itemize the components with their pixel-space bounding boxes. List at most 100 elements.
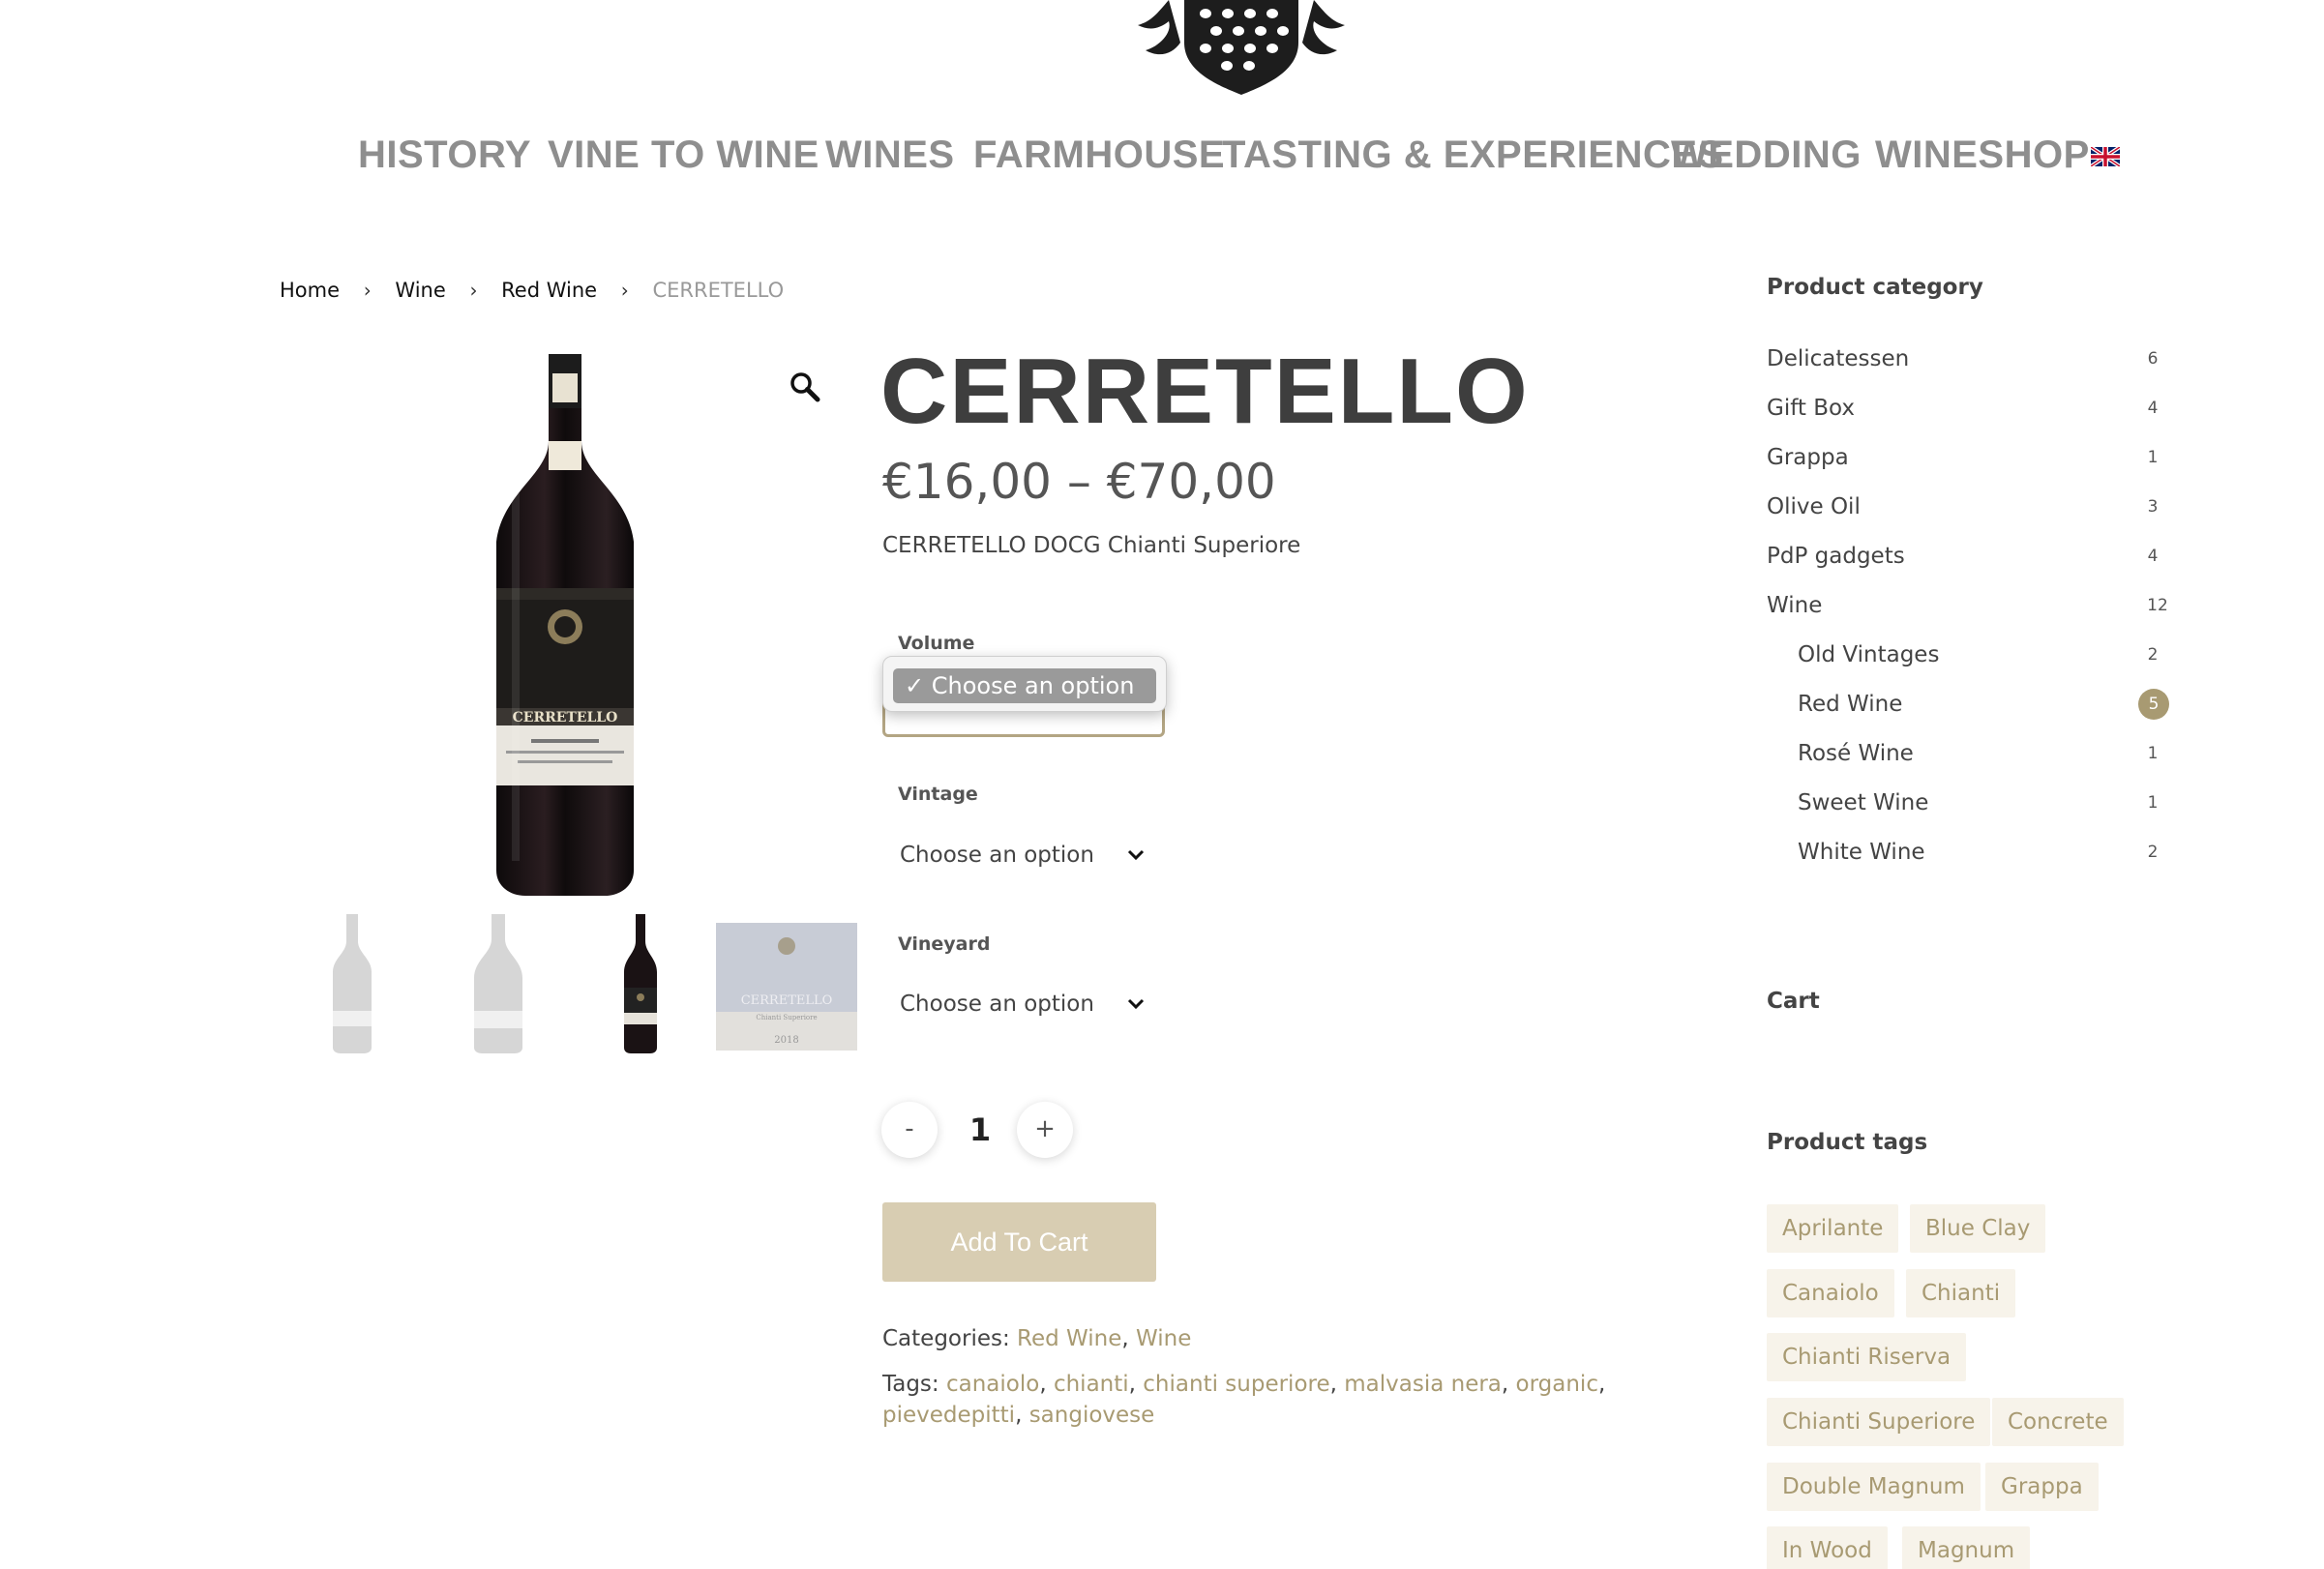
add-to-cart-button[interactable]: Add To Cart [882, 1202, 1156, 1282]
category-item-olive-oil[interactable]: Olive Oil 3 [1767, 488, 2169, 526]
tag-cloud-magnum[interactable]: Magnum [1902, 1526, 2031, 1569]
chevron-down-icon [1127, 849, 1145, 861]
cart-heading: Cart [1767, 989, 1820, 1014]
quantity-minus-button[interactable]: - [881, 1102, 938, 1158]
tag-link-canaiolo[interactable]: canaiolo [946, 1372, 1039, 1397]
category-link-red-wine[interactable]: Red Wine [1017, 1326, 1121, 1351]
magnifier-icon[interactable] [790, 371, 820, 402]
nav-wedding[interactable]: WEDDING [1671, 130, 1862, 180]
category-label: Sweet Wine [1798, 790, 1929, 815]
tag-link-chianti[interactable]: chianti [1054, 1372, 1129, 1397]
product-categories: Categories: Red Wine, Wine [882, 1326, 1192, 1351]
uk-flag-icon[interactable] [2091, 147, 2120, 166]
tag-link-malvasia-nera[interactable]: malvasia nera [1344, 1372, 1502, 1397]
category-item-pdp-gadgets[interactable]: PdP gadgets 4 [1767, 537, 2169, 576]
vintage-select-value: Choose an option [900, 843, 1094, 868]
category-label: Red Wine [1798, 692, 1903, 717]
volume-label: Volume [898, 633, 975, 654]
product-price: €16,00 – €70,00 [882, 454, 1276, 510]
volume-dropdown-menu: ✓ Choose an option [882, 656, 1167, 712]
product-short-description: CERRETELLO DOCG Chianti Superiore [882, 533, 1301, 558]
category-item-old-vintages[interactable]: Old Vintages 2 [1798, 636, 2169, 674]
label-thumbnail[interactable]: CERRETELLO Chianti Superiore 2018 [716, 923, 857, 1051]
tag-link-organic[interactable]: organic [1516, 1372, 1598, 1397]
chevron-down-icon [1127, 998, 1145, 1010]
tag-cloud-chianti-riserva[interactable]: Chianti Riserva [1767, 1333, 1967, 1381]
category-label: Olive Oil [1767, 494, 1861, 519]
category-count: 2 [2147, 843, 2159, 862]
breadcrumb-home[interactable]: Home [280, 276, 340, 305]
category-count: 6 [2147, 349, 2159, 369]
tag-cloud-aprilante[interactable]: Aprilante [1767, 1204, 1899, 1253]
quantity-plus-button[interactable]: + [1017, 1102, 1073, 1158]
category-item-grappa[interactable]: Grappa 1 [1767, 438, 2169, 477]
breadcrumb-wine[interactable]: Wine [395, 276, 445, 305]
product-title: CERRETELLO [880, 340, 1530, 443]
category-count: 1 [2147, 744, 2159, 763]
category-label: White Wine [1798, 840, 1925, 865]
category-item-red-wine[interactable]: Red Wine 5 [1798, 685, 2169, 724]
category-label: Gift Box [1767, 396, 1855, 421]
category-count: 1 [2147, 793, 2159, 813]
nav-farmhouse[interactable]: FARMHOUSE [973, 130, 1225, 180]
category-label: Wine [1767, 593, 1823, 618]
category-label: PdP gadgets [1767, 544, 1905, 569]
category-item-gift-box[interactable]: Gift Box 4 [1767, 389, 2169, 428]
category-count: 4 [2147, 547, 2159, 566]
magnum-thumbnail[interactable] [468, 914, 528, 1053]
checkmark-icon: ✓ [905, 672, 925, 699]
nav-tasting-experiences[interactable]: TASTING & EXPERIENCES [1222, 130, 1724, 180]
breadcrumb-separator: › [469, 279, 478, 302]
category-item-white-wine[interactable]: White Wine 2 [1798, 833, 2169, 872]
nav-wineshop[interactable]: WINESHOP [1875, 130, 2090, 180]
nav-history[interactable]: HISTORY [358, 130, 531, 180]
tag-cloud-double-magnum[interactable]: Double Magnum [1767, 1463, 1981, 1511]
category-count: 1 [2147, 448, 2159, 467]
category-label: Delicatessen [1767, 346, 1910, 371]
bottle-thumbnail-selected[interactable] [621, 914, 660, 1053]
family-crest-logo[interactable] [1130, 0, 1353, 95]
product-tags-heading: Product tags [1767, 1130, 1928, 1155]
breadcrumb: Home › Wine › Red Wine › CERRETELLO [280, 275, 784, 304]
vineyard-select[interactable]: Choose an option [882, 977, 1165, 1031]
category-link-wine[interactable]: Wine [1136, 1326, 1191, 1351]
category-count: 4 [2147, 399, 2159, 418]
wine-bottle-image[interactable]: CERRETELLO [473, 348, 657, 900]
quantity-input[interactable] [943, 1104, 1017, 1156]
category-label: Rosé Wine [1798, 741, 1914, 766]
bottle-thumbnail[interactable] [327, 914, 377, 1053]
nav-vine-to-wine[interactable]: VINE TO WINE [548, 130, 819, 180]
tag-cloud-blue-clay[interactable]: Blue Clay [1910, 1204, 2046, 1253]
breadcrumb-separator: › [363, 279, 372, 302]
product-tags: Tags: canaiolo, chianti, chianti superio… [882, 1372, 1606, 1428]
category-item-wine[interactable]: Wine 12 [1767, 586, 2169, 625]
tag-cloud-canaiolo[interactable]: Canaiolo [1767, 1269, 1894, 1317]
tag-cloud-in-wood[interactable]: In Wood [1767, 1526, 1888, 1569]
breadcrumb-red-wine[interactable]: Red Wine [501, 276, 597, 305]
breadcrumb-current: CERRETELLO [652, 279, 785, 302]
tag-cloud-chianti-superiore[interactable]: Chianti Superiore [1767, 1398, 1991, 1446]
category-count: 12 [2147, 596, 2168, 615]
bottle-label-text: CERRETELLO [513, 710, 618, 725]
breadcrumb-separator: › [620, 279, 629, 302]
tag-cloud-grappa[interactable]: Grappa [1985, 1463, 2099, 1511]
nav-wines[interactable]: WINES [825, 130, 955, 180]
category-count: 3 [2147, 497, 2159, 517]
thumbnail-label-text: CERRETELLO [741, 993, 833, 1008]
product-category-heading: Product category [1767, 275, 1983, 300]
tag-cloud-concrete[interactable]: Concrete [1992, 1398, 2124, 1446]
category-item-rose-wine[interactable]: Rosé Wine 1 [1798, 734, 2169, 773]
tag-cloud-chianti[interactable]: Chianti [1906, 1269, 2016, 1317]
thumbnail-label-subtitle: Chianti Superiore [756, 1014, 817, 1021]
category-item-sweet-wine[interactable]: Sweet Wine 1 [1798, 784, 2169, 822]
tag-link-chianti-superiore[interactable]: chianti superiore [1143, 1372, 1329, 1397]
tags-label: Tags: [882, 1372, 939, 1397]
thumbnail-label-year: 2018 [774, 1035, 798, 1046]
tag-link-sangiovese[interactable]: sangiovese [1029, 1403, 1155, 1428]
tag-link-pievedepitti[interactable]: pievedepitti [882, 1403, 1015, 1428]
vintage-select[interactable]: Choose an option [882, 828, 1165, 882]
category-item-delicatessen[interactable]: Delicatessen 6 [1767, 340, 2169, 378]
vintage-label: Vintage [898, 784, 978, 805]
category-count-active-badge: 5 [2138, 689, 2169, 720]
volume-dropdown-option[interactable]: ✓ Choose an option [893, 668, 1156, 703]
